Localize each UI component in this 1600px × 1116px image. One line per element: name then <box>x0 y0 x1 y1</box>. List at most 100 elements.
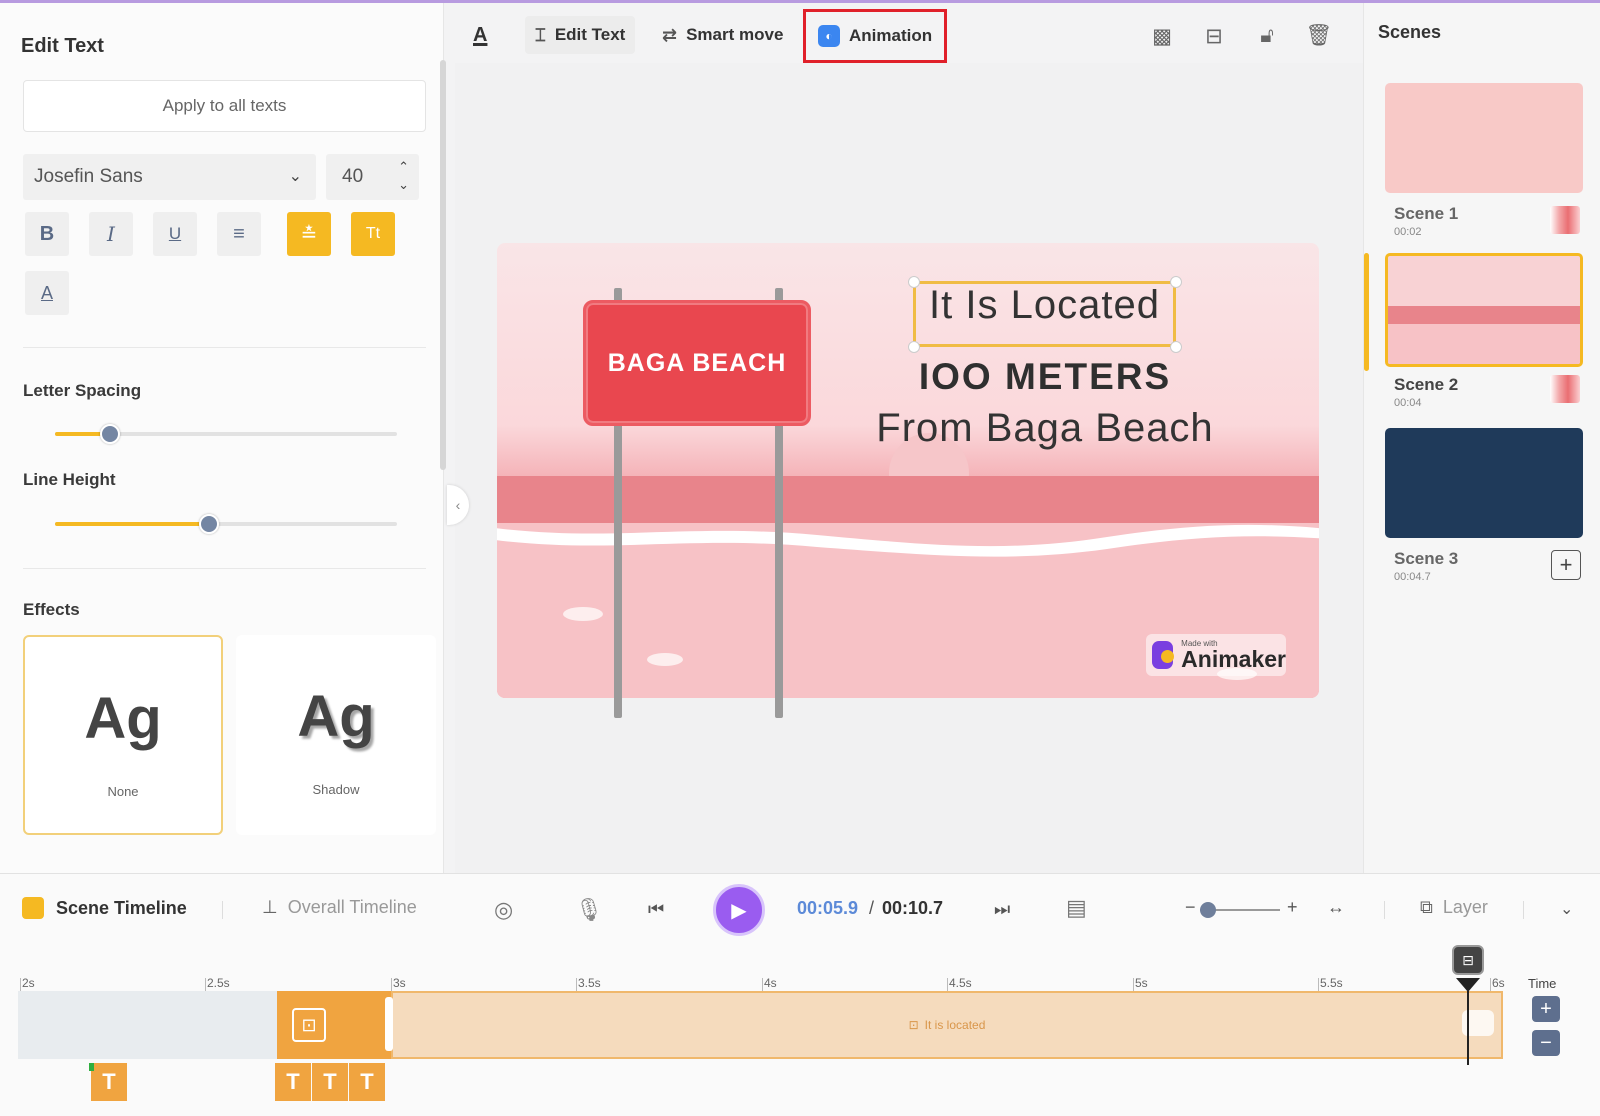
layer-order-icon[interactable]: ⊟ <box>1199 21 1229 51</box>
animation-button[interactable]: ◐ Animation <box>803 9 947 63</box>
play-button[interactable]: ▶ <box>713 884 765 936</box>
text-color-icon: A <box>41 283 53 304</box>
zoom-out-icon[interactable]: − <box>1185 897 1196 918</box>
edit-text-icon: ⌶ <box>535 25 546 46</box>
layer-toggle[interactable]: ⧉ Layer <box>1420 897 1488 918</box>
letter-spacing-slider[interactable] <box>55 432 397 436</box>
animation-icon: ◐ <box>818 25 840 47</box>
list-button[interactable]: ≡ <box>217 212 261 256</box>
bold-button[interactable]: B <box>25 212 69 256</box>
text-selection-box[interactable] <box>913 281 1176 347</box>
playhead-line <box>1467 985 1469 1065</box>
text-color-toolbar-button[interactable]: A <box>473 16 487 54</box>
letter-spacing-label: Letter Spacing <box>23 381 141 401</box>
record-screen-icon[interactable]: ◎ <box>494 897 513 923</box>
ruler-tick <box>1318 978 1319 992</box>
time-zoom-label: Time <box>1528 976 1556 991</box>
scene-3-time: 00:04.7 <box>1394 571 1431 583</box>
playhead-handle[interactable]: ⊟ <box>1452 945 1484 975</box>
text-case-button[interactable]: Tt <box>351 212 395 256</box>
ruler-label: 2.5s <box>207 976 230 990</box>
text-clip-label: It is located <box>925 1018 986 1032</box>
chevron-down-icon: ⌄ <box>289 166 302 186</box>
divider <box>222 901 223 919</box>
ruler-label: 4s <box>764 976 777 990</box>
text-item-chip[interactable]: T <box>312 1063 348 1101</box>
ruler-tick <box>576 978 577 992</box>
align-center-button[interactable]: ≛ <box>287 212 331 256</box>
ruler-label: 5.5s <box>1320 976 1343 990</box>
animation-label: Animation <box>849 26 932 46</box>
resize-handle[interactable] <box>908 276 920 288</box>
smart-move-button[interactable]: ⇄ Smart move <box>662 16 783 54</box>
divider <box>23 347 426 348</box>
underline-button[interactable]: U <box>153 212 197 256</box>
skip-forward-icon[interactable]: ⏭ <box>994 899 1010 920</box>
effect-none-card[interactable]: Ag None <box>23 635 223 835</box>
collapse-timeline-icon[interactable]: ⌄ <box>1560 899 1573 919</box>
delete-icon[interactable]: 🗑︎ <box>1304 21 1334 51</box>
scene-timeline-label: Scene Timeline <box>56 898 187 919</box>
pebble <box>563 607 603 621</box>
fit-width-icon[interactable]: ↔ <box>1327 897 1345 918</box>
pebble <box>647 653 683 666</box>
time-decrease-button[interactable]: − <box>1532 1030 1560 1056</box>
ruler-label: 6s <box>1492 976 1505 990</box>
resize-handle[interactable] <box>908 341 920 353</box>
scene-2-thumbnail[interactable] <box>1385 253 1583 367</box>
resize-handle[interactable] <box>1170 341 1182 353</box>
time-increase-button[interactable]: + <box>1532 996 1560 1022</box>
resize-handle[interactable] <box>1170 276 1182 288</box>
transparency-icon[interactable]: ▩ <box>1147 21 1177 51</box>
skip-back-icon[interactable]: ⏮ <box>648 899 664 920</box>
watermark-brand-text: Animaker <box>1181 648 1286 671</box>
add-scene-button[interactable]: + <box>1551 550 1581 580</box>
text-item-chip[interactable]: T <box>349 1063 385 1101</box>
effect-name: Shadow <box>313 782 360 797</box>
text-color-button[interactable]: A <box>25 271 69 315</box>
divider <box>23 568 426 569</box>
scene-3-thumbnail[interactable] <box>1385 428 1583 538</box>
letter-spacing-handle[interactable] <box>100 424 120 444</box>
line-height-fill <box>55 522 209 526</box>
effect-shadow-card[interactable]: Ag Shadow <box>236 635 436 835</box>
panel-title: Edit Text <box>21 35 104 58</box>
font-size-value: 40 <box>342 166 363 188</box>
current-time: 00:05.9 <box>797 898 858 919</box>
italic-button[interactable]: I <box>89 212 133 256</box>
baga-beach-sign[interactable]: BAGA BEACH <box>583 300 811 426</box>
line-height-handle[interactable] <box>199 514 219 534</box>
effect-name: None <box>107 784 138 799</box>
text-clip-it-is-located[interactable]: ⊡ It is located <box>391 991 1503 1059</box>
scenes-title: Scenes <box>1378 22 1441 43</box>
line-height-slider[interactable] <box>55 522 397 526</box>
animaker-watermark: Made with Animaker <box>1146 634 1286 676</box>
clip-trim-handle[interactable] <box>385 997 393 1051</box>
apply-to-all-button[interactable]: Apply to all texts <box>23 80 426 132</box>
zoom-in-icon[interactable]: + <box>1287 897 1298 918</box>
scene-timeline-tab[interactable]: Scene Timeline <box>22 897 187 919</box>
font-size-stepper[interactable]: 40 ⌃⌄ <box>326 154 419 200</box>
text-100-meters[interactable]: IOO METERS <box>880 356 1210 398</box>
text-item-chip[interactable]: T <box>91 1063 127 1101</box>
text-item-chip[interactable]: T <box>275 1063 311 1101</box>
edit-text-button[interactable]: ⌶ Edit Text <box>525 16 635 54</box>
ruler-tick <box>391 978 392 992</box>
scene-1-thumbnail[interactable] <box>1385 83 1583 193</box>
font-family-select[interactable]: Josefin Sans ⌄ <box>23 154 316 200</box>
text-from-baga-beach[interactable]: From Baga Beach <box>850 406 1240 451</box>
microphone-icon[interactable]: 🎙︎ <box>575 897 603 923</box>
subtitles-icon[interactable]: ▤ <box>1066 895 1087 921</box>
chip-marker <box>89 1063 94 1071</box>
scene-2-name: Scene 2 <box>1394 375 1458 395</box>
edit-text-label: Edit Text <box>555 25 626 45</box>
stepper-arrows-icon[interactable]: ⌃⌄ <box>398 158 409 194</box>
lock-icon[interactable]: 🔓︎ <box>1252 21 1282 51</box>
effect-preview: Ag <box>84 685 161 752</box>
effects-label: Effects <box>23 600 80 620</box>
ruler-label: 5s <box>1135 976 1148 990</box>
overall-timeline-tab[interactable]: ⊥ Overall Timeline <box>262 897 417 918</box>
panel-scrollbar[interactable] <box>440 60 446 470</box>
zoom-handle[interactable] <box>1200 902 1216 918</box>
enter-animation-icon: ⊡ <box>292 1008 326 1042</box>
